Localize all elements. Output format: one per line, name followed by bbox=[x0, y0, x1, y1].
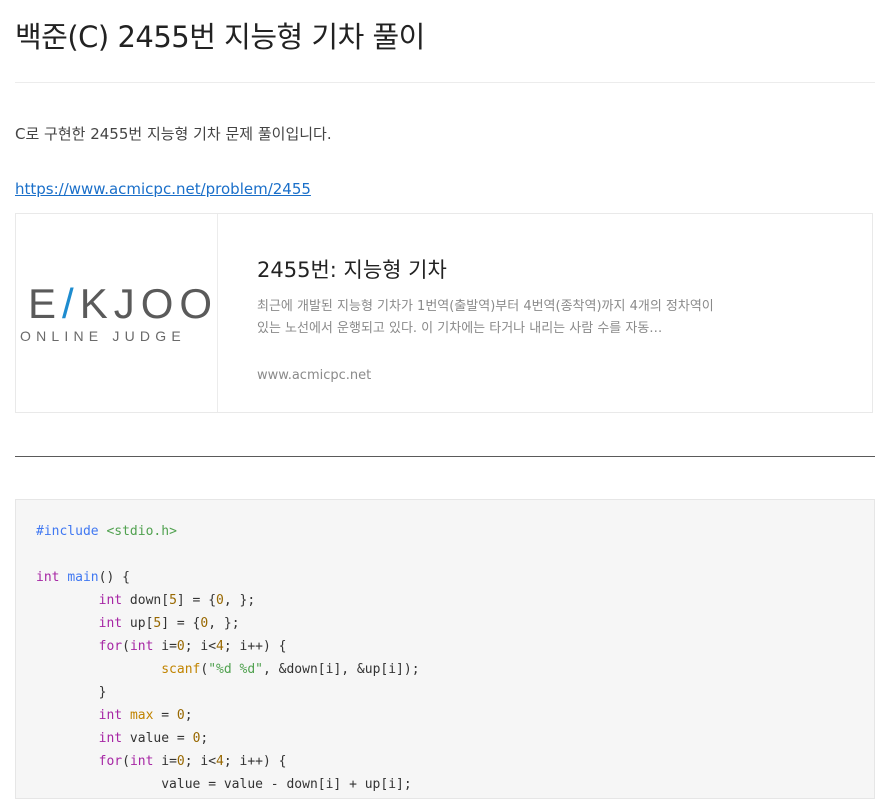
code-line: scanf("%d %d", &down[i], &up[i]); bbox=[161, 662, 420, 677]
code-line: int up[5] = {0, }; bbox=[98, 616, 240, 631]
code-content: #include <stdio.h> ​ int main() { int down… bbox=[36, 520, 420, 796]
code-line: int value = 0; bbox=[98, 731, 209, 746]
card-domain: www.acmicpc.net bbox=[257, 368, 372, 383]
problem-link[interactable]: https://www.acmicpc.net/problem/2455 bbox=[15, 180, 311, 198]
card-thumbnail: E/KJOO ONLINE JUDGE bbox=[16, 214, 218, 412]
title-divider bbox=[15, 82, 875, 83]
code-line: #include <stdio.h> bbox=[36, 524, 177, 539]
card-title[interactable]: 2455번: 지능형 기차 bbox=[257, 254, 447, 284]
code-block[interactable]: #include <stdio.h> ​ int main() { int down… bbox=[15, 499, 875, 799]
code-line: } bbox=[36, 685, 107, 700]
card-description: 최근에 개발된 지능형 기차가 1번역(출발역)부터 4번역(종착역)까지 4개… bbox=[257, 299, 714, 336]
code-line: value = value - down[i] + up[i]; bbox=[36, 777, 412, 792]
code-line: int main() { bbox=[36, 570, 130, 585]
code-line: for(int i=0; i<4; i++) { bbox=[98, 639, 287, 654]
post-intro: C로 구현한 2455번 지능형 기차 문제 풀이입니다. bbox=[15, 125, 332, 143]
section-divider bbox=[15, 456, 875, 457]
code-line: ​ bbox=[36, 543, 420, 566]
code-line: for(int i=0; i<4; i++) { bbox=[98, 754, 287, 769]
post-title: 백준(C) 2455번 지능형 기차 풀이 bbox=[15, 20, 425, 54]
link-preview-card[interactable]: E/KJOO ONLINE JUDGE 2455번: 지능형 기차 최근에 개발… bbox=[15, 213, 873, 413]
code-line: int down[5] = {0, }; bbox=[98, 593, 256, 608]
code-line: int max = 0; bbox=[98, 708, 193, 723]
baekjoon-logo: E/KJOO bbox=[28, 280, 219, 327]
logo-subtitle: ONLINE JUDGE bbox=[20, 328, 186, 344]
